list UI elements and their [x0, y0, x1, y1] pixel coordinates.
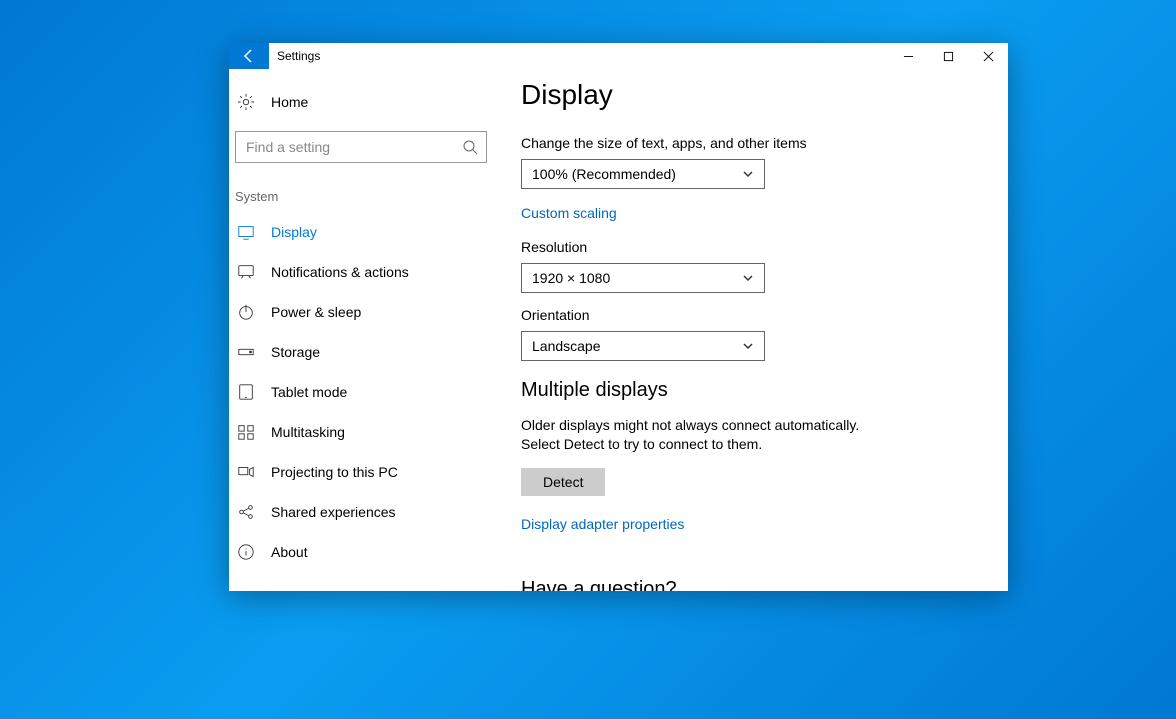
chevron-down-icon	[742, 340, 754, 352]
page-title: Display	[521, 79, 984, 111]
notifications-icon	[237, 263, 255, 281]
home-label: Home	[271, 94, 308, 110]
section-label: System	[235, 189, 495, 204]
arrow-left-icon	[241, 48, 257, 64]
storage-icon	[237, 343, 255, 361]
sidebar-item-label: Shared experiences	[271, 504, 396, 520]
sidebar-item-about[interactable]: About	[235, 532, 495, 572]
multiple-displays-heading: Multiple displays	[521, 379, 984, 402]
close-icon	[983, 51, 994, 62]
close-button[interactable]	[968, 43, 1008, 69]
body-area: Home System Display Notifications & acti…	[229, 69, 1008, 591]
sidebar-item-label: About	[271, 544, 308, 560]
resolution-label: Resolution	[521, 239, 984, 255]
shared-icon	[237, 503, 255, 521]
scale-label: Change the size of text, apps, and other…	[521, 135, 984, 151]
window-title: Settings	[269, 43, 888, 69]
multiple-displays-text: Older displays might not always connect …	[521, 416, 901, 454]
search-icon	[462, 139, 478, 155]
sidebar: Home System Display Notifications & acti…	[229, 69, 501, 591]
adapter-link[interactable]: Display adapter properties	[521, 516, 684, 532]
home-nav[interactable]: Home	[235, 87, 495, 117]
sidebar-item-power[interactable]: Power & sleep	[235, 292, 495, 332]
sidebar-item-label: Display	[271, 224, 317, 240]
sidebar-item-label: Notifications & actions	[271, 264, 409, 280]
chevron-down-icon	[742, 272, 754, 284]
sidebar-item-notifications[interactable]: Notifications & actions	[235, 252, 495, 292]
resolution-value: 1920 × 1080	[532, 270, 610, 286]
sidebar-item-label: Projecting to this PC	[271, 464, 398, 480]
resolution-dropdown[interactable]: 1920 × 1080	[521, 263, 765, 293]
orientation-dropdown[interactable]: Landscape	[521, 331, 765, 361]
display-icon	[237, 223, 255, 241]
tablet-icon	[237, 383, 255, 401]
sidebar-item-storage[interactable]: Storage	[235, 332, 495, 372]
sidebar-item-shared[interactable]: Shared experiences	[235, 492, 495, 532]
maximize-icon	[943, 51, 954, 62]
custom-scaling-link[interactable]: Custom scaling	[521, 205, 617, 221]
back-button[interactable]	[229, 43, 269, 69]
sidebar-item-projecting[interactable]: Projecting to this PC	[235, 452, 495, 492]
window-controls	[888, 43, 1008, 69]
projecting-icon	[237, 463, 255, 481]
multitasking-icon	[237, 423, 255, 441]
titlebar: Settings	[229, 43, 1008, 69]
search-box[interactable]	[235, 131, 487, 163]
chevron-down-icon	[742, 168, 754, 180]
sidebar-item-multitasking[interactable]: Multitasking	[235, 412, 495, 452]
detect-button[interactable]: Detect	[521, 468, 605, 496]
orientation-value: Landscape	[532, 338, 601, 354]
orientation-label: Orientation	[521, 307, 984, 323]
search-input[interactable]	[246, 139, 462, 155]
power-icon	[237, 303, 255, 321]
sidebar-item-label: Power & sleep	[271, 304, 361, 320]
settings-window: Settings Home System	[229, 43, 1008, 591]
sidebar-item-label: Tablet mode	[271, 384, 347, 400]
scale-value: 100% (Recommended)	[532, 166, 676, 182]
scale-dropdown[interactable]: 100% (Recommended)	[521, 159, 765, 189]
maximize-button[interactable]	[928, 43, 968, 69]
question-heading: Have a question?	[521, 578, 984, 591]
content-pane: Display Change the size of text, apps, a…	[501, 69, 1008, 591]
sidebar-item-label: Multitasking	[271, 424, 345, 440]
sidebar-item-label: Storage	[271, 344, 320, 360]
sidebar-item-tablet[interactable]: Tablet mode	[235, 372, 495, 412]
about-icon	[237, 543, 255, 561]
minimize-icon	[903, 51, 914, 62]
gear-icon	[237, 93, 255, 111]
minimize-button[interactable]	[888, 43, 928, 69]
sidebar-item-display[interactable]: Display	[235, 212, 495, 252]
